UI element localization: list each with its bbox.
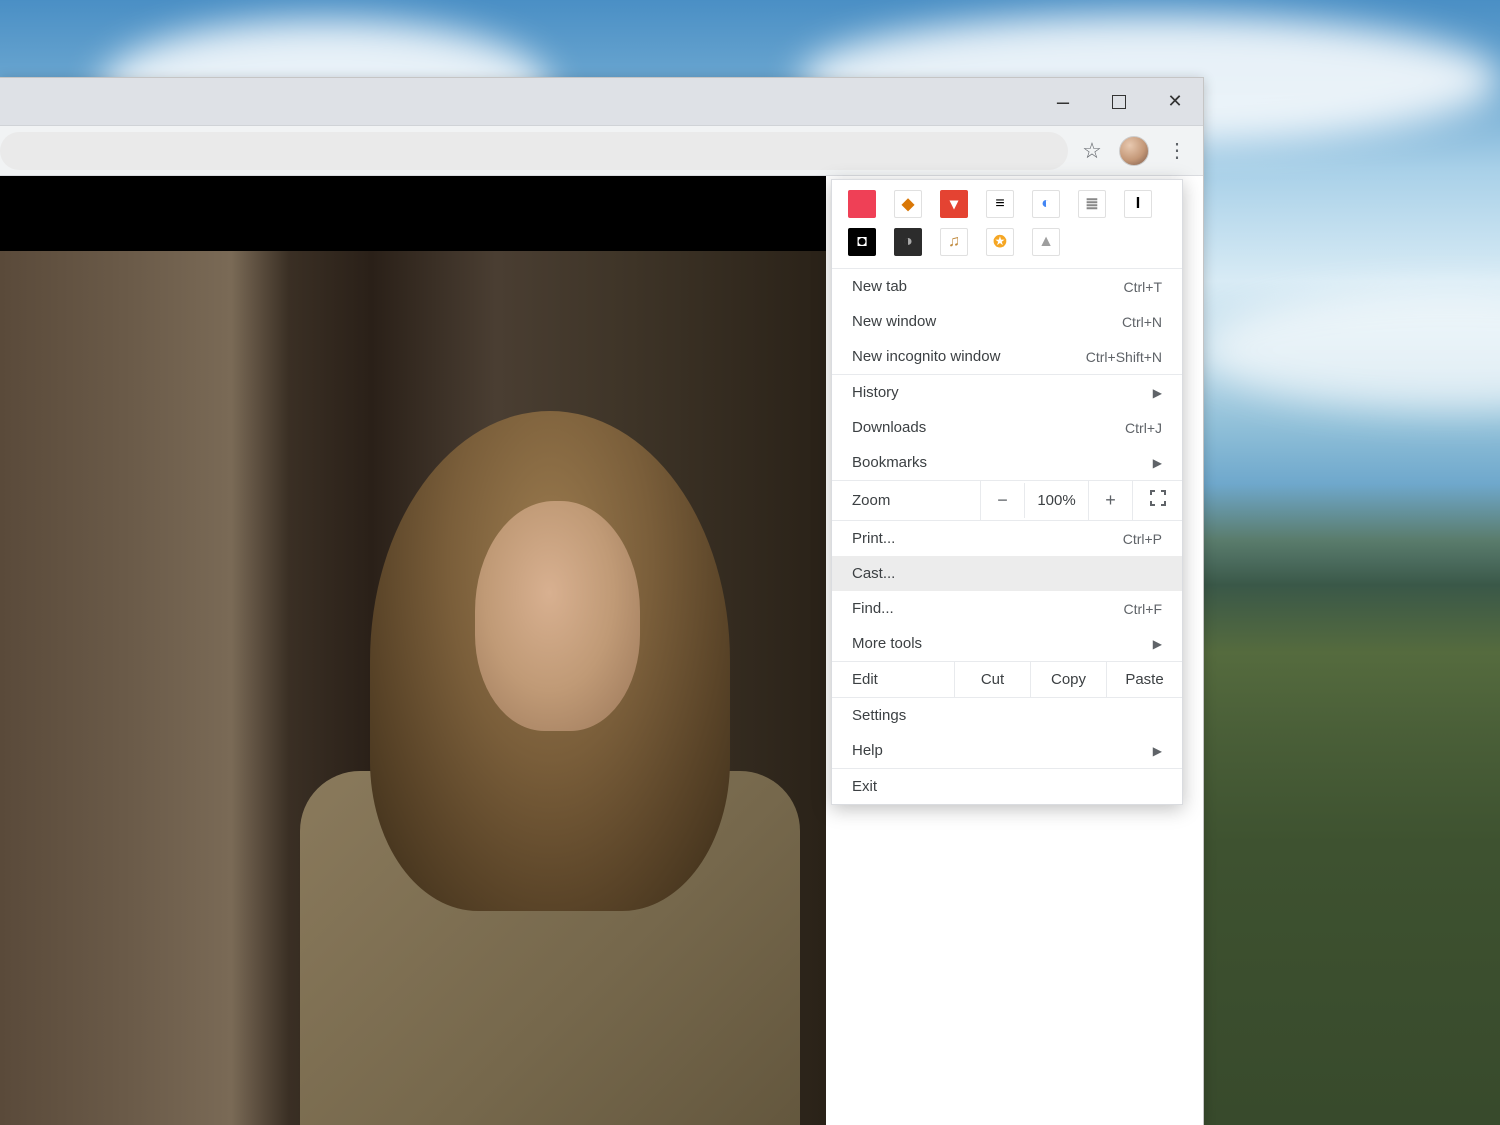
menu-help[interactable]: Help▶ xyxy=(832,733,1182,768)
menu-bookmarks[interactable]: Bookmarks▶ xyxy=(832,445,1182,480)
edit-copy-button[interactable]: Copy xyxy=(1030,662,1106,697)
zoom-out-button[interactable]: − xyxy=(980,481,1024,520)
chevron-right-icon: ▶ xyxy=(1153,386,1162,400)
ext-dark[interactable]: ◑ xyxy=(894,228,922,256)
profile-button[interactable] xyxy=(1115,132,1153,170)
menu-settings[interactable]: Settings xyxy=(832,698,1182,733)
wallpaper-cloud xyxy=(1200,290,1500,410)
zoom-label: Zoom xyxy=(832,483,980,518)
chevron-right-icon: ▶ xyxy=(1153,744,1162,758)
menu-more-tools[interactable]: More tools▶ xyxy=(832,626,1182,661)
close-button[interactable]: ✕ xyxy=(1147,78,1203,126)
edit-cut-button[interactable]: Cut xyxy=(954,662,1030,697)
ext-audio[interactable]: ♫ xyxy=(940,228,968,256)
menu-cast[interactable]: Cast... xyxy=(832,556,1182,591)
menu-new-tab[interactable]: New tabCtrl+T xyxy=(832,269,1182,304)
menu-zoom: Zoom − 100% + xyxy=(832,481,1182,520)
video-player-frame[interactable] xyxy=(0,251,826,1125)
ext-star[interactable]: ✪ xyxy=(986,228,1014,256)
extensions-row: ◘ ◑ ♫ ✪ ▲ xyxy=(832,224,1182,268)
menu-history[interactable]: History▶ xyxy=(832,375,1182,410)
fullscreen-icon xyxy=(1150,490,1166,506)
window-titlebar[interactable]: – ✕ xyxy=(0,78,1203,126)
star-icon: ☆ xyxy=(1082,138,1102,164)
ext-lock[interactable]: ◘ xyxy=(848,228,876,256)
fullscreen-button[interactable] xyxy=(1132,481,1182,520)
more-vertical-icon: ⋮ xyxy=(1167,138,1185,163)
chevron-right-icon: ▶ xyxy=(1153,456,1162,470)
menu-print[interactable]: Print...Ctrl+P xyxy=(832,521,1182,556)
video-still xyxy=(300,351,800,1125)
ext-drive[interactable]: ▲ xyxy=(1032,228,1060,256)
menu-new-window[interactable]: New windowCtrl+N xyxy=(832,304,1182,339)
menu-new-incognito[interactable]: New incognito windowCtrl+Shift+N xyxy=(832,339,1182,374)
chevron-right-icon: ▶ xyxy=(1153,637,1162,651)
browser-main-menu: ◆ ▾ ≡ ◐ ≣ I ◘ ◑ ♫ ✪ ▲ New tabCtrl+T New windowCtr… xyxy=(831,179,1183,805)
extensions-row: ◆ ▾ ≡ ◐ ≣ I xyxy=(832,180,1182,224)
ext-n[interactable]: ◆ xyxy=(894,190,922,218)
menu-exit[interactable]: Exit xyxy=(832,769,1182,804)
menu-find[interactable]: Find...Ctrl+F xyxy=(832,591,1182,626)
ext-pocket[interactable] xyxy=(848,190,876,218)
menu-edit: Edit Cut Copy Paste xyxy=(832,662,1182,697)
ext-screenshot[interactable]: ◐ xyxy=(1032,190,1060,218)
ext-db[interactable]: ≣ xyxy=(1078,190,1106,218)
address-bar[interactable] xyxy=(0,132,1068,170)
more-menu-button[interactable]: ⋮ xyxy=(1157,132,1195,170)
minimize-button[interactable]: – xyxy=(1035,78,1091,126)
ext-buffer[interactable]: ≡ xyxy=(986,190,1014,218)
ext-instapaper[interactable]: I xyxy=(1124,190,1152,218)
maximize-button[interactable] xyxy=(1091,78,1147,126)
zoom-value: 100% xyxy=(1024,483,1088,518)
ext-todoist[interactable]: ▾ xyxy=(940,190,968,218)
menu-downloads[interactable]: DownloadsCtrl+J xyxy=(832,410,1182,445)
video-letterbox xyxy=(0,176,826,251)
desktop-wallpaper: – ✕ ☆ ⋮ ◆▾≡◐≣I ◘◑♫✪▲ Ne xyxy=(0,0,1500,1125)
bookmark-star-button[interactable]: ☆ xyxy=(1073,132,1111,170)
avatar-icon xyxy=(1119,136,1149,166)
edit-label: Edit xyxy=(832,662,954,697)
zoom-in-button[interactable]: + xyxy=(1088,481,1132,520)
edit-paste-button[interactable]: Paste xyxy=(1106,662,1182,697)
